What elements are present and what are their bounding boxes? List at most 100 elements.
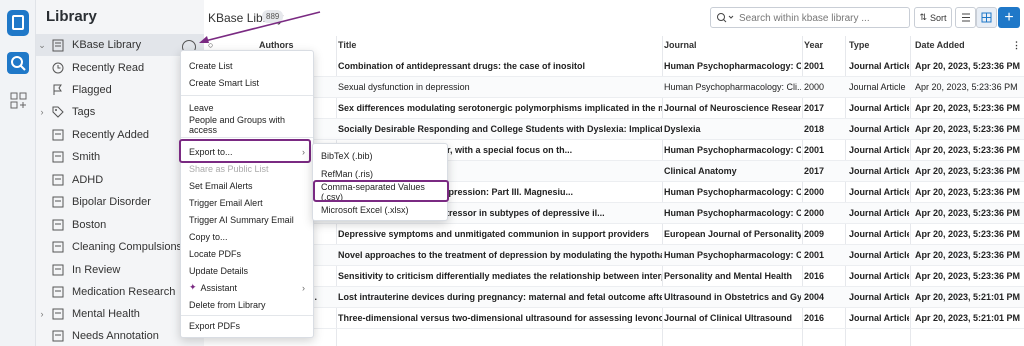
library-icon bbox=[50, 38, 66, 52]
search-icon[interactable] bbox=[7, 52, 29, 74]
table-row[interactable]: Combination of antidepressant drugs: the… bbox=[204, 56, 1024, 77]
menu-locate-pdfs[interactable]: Locate PDFs bbox=[181, 245, 313, 262]
sidebar-item-kbase-library[interactable]: ⌄ KBase Library bbox=[36, 34, 204, 56]
menu-trigger-email[interactable]: Trigger Email Alert bbox=[181, 194, 313, 211]
list-icon bbox=[50, 195, 66, 209]
column-year[interactable]: Year bbox=[804, 40, 823, 50]
sidebar-item-label: KBase Library bbox=[72, 39, 142, 51]
sidebar-item-label: In Review bbox=[72, 264, 121, 276]
search-box[interactable] bbox=[710, 7, 910, 28]
export-submenu: BibTeX (.bib) RefMan (.ris) Comma-separa… bbox=[312, 143, 449, 221]
list-icon bbox=[50, 285, 66, 299]
menu-export-bibtex[interactable]: BibTeX (.bib) bbox=[313, 147, 447, 165]
library-sidebar: Library ⌄ KBase Library Recently Read Fl… bbox=[36, 0, 204, 346]
sort-icon: ⇅ bbox=[919, 12, 928, 22]
sidebar-item-label: Tags bbox=[72, 106, 96, 118]
sort-button[interactable]: ⇅ Sort bbox=[914, 7, 952, 28]
sidebar-item-needs-annotation[interactable]: Needs Annotation bbox=[36, 325, 204, 346]
flag-icon bbox=[50, 83, 66, 97]
list-icon bbox=[50, 150, 66, 164]
app-rail bbox=[0, 0, 36, 346]
annotation-arrow-icon bbox=[199, 11, 321, 43]
sidebar-item-label: Smith bbox=[72, 151, 101, 163]
sidebar-item-tags[interactable]: › Tags bbox=[36, 101, 204, 123]
sidebar-item-in-review[interactable]: In Review bbox=[36, 259, 204, 281]
column-title[interactable]: Title bbox=[338, 40, 356, 50]
menu-trigger-ai[interactable]: Trigger AI Summary Email bbox=[181, 211, 313, 228]
sidebar-item-mental-health[interactable]: › Mental Health bbox=[36, 303, 204, 325]
sort-label: Sort bbox=[930, 12, 947, 23]
table-view-button[interactable] bbox=[976, 7, 997, 28]
menu-delete[interactable]: Delete from Library bbox=[181, 296, 313, 313]
sidebar-item-medication-research[interactable]: Medication Research bbox=[36, 281, 204, 303]
table-row[interactable]: Sex differences modulating serotonergic … bbox=[204, 98, 1024, 119]
list-header: KBase Library 889 ⇅ Sort + bbox=[204, 0, 1024, 34]
list-view-icon bbox=[962, 13, 970, 22]
list-view-button[interactable] bbox=[955, 7, 976, 28]
menu-copy-to[interactable]: Copy to... bbox=[181, 228, 313, 245]
sidebar-item-recently-read[interactable]: Recently Read bbox=[36, 57, 204, 79]
list-icon bbox=[50, 218, 66, 232]
book-icon[interactable] bbox=[7, 10, 29, 36]
table-row[interactable]: Depressive symptoms and unmitigated comm… bbox=[204, 224, 1024, 245]
sidebar-item-label: Boston bbox=[72, 219, 107, 231]
menu-email-alerts[interactable]: Set Email Alerts bbox=[181, 177, 313, 194]
table-row[interactable]: Sensitivity to criticism differentially … bbox=[204, 266, 1024, 287]
table-row[interactable]: l. Lost intrauterine devices during pregn… bbox=[204, 287, 1024, 308]
list-icon bbox=[50, 263, 66, 277]
highlight-outline bbox=[179, 139, 311, 163]
sidebar-item-flagged[interactable]: Flagged bbox=[36, 79, 204, 101]
chevron-right-icon[interactable]: › bbox=[36, 107, 48, 117]
sidebar-item-label: Medication Research bbox=[72, 286, 176, 298]
sidebar-item-label: Mental Health bbox=[72, 308, 140, 320]
table-row[interactable]: Three-dimensional versus two-dimensional… bbox=[204, 308, 1024, 329]
sidebar-item-label: ADHD bbox=[72, 174, 104, 186]
menu-create-smart-list[interactable]: Create Smart List bbox=[181, 74, 313, 91]
apps-grid-icon[interactable] bbox=[10, 92, 28, 110]
sidebar-item-label: Bipolar Disorder bbox=[72, 196, 151, 208]
sidebar-item-label: Needs Annotation bbox=[72, 330, 159, 342]
menu-label: Assistant bbox=[200, 282, 238, 293]
table-row[interactable]: Novel approaches to the treatment of dep… bbox=[204, 245, 1024, 266]
sidebar-item-boston[interactable]: Boston bbox=[36, 214, 204, 236]
list-icon bbox=[50, 307, 66, 321]
menu-people-groups[interactable]: People and Groups with access bbox=[181, 115, 313, 135]
chevron-right-icon: › bbox=[302, 282, 305, 293]
sidebar-item-label: Flagged bbox=[72, 84, 112, 96]
search-input[interactable] bbox=[739, 11, 904, 25]
column-type[interactable]: Type bbox=[849, 40, 869, 50]
clock-icon bbox=[50, 61, 66, 75]
search-icon[interactable] bbox=[716, 12, 736, 24]
column-settings-icon[interactable]: ⋮ bbox=[1012, 40, 1021, 51]
sidebar-item-label: Recently Added bbox=[72, 129, 150, 141]
table-row[interactable]: Sexual dysfunction in depression Human Ps… bbox=[204, 77, 1024, 98]
chevron-right-icon[interactable]: › bbox=[36, 309, 48, 319]
sidebar-item-bipolar-disorder[interactable]: Bipolar Disorder bbox=[36, 191, 204, 213]
list-icon bbox=[50, 329, 66, 343]
list-icon bbox=[50, 240, 66, 254]
menu-export-pdfs[interactable]: Export PDFs bbox=[181, 317, 313, 334]
table-header: ○ Authors Title Journal Year Type Date A… bbox=[204, 36, 1024, 54]
library-title: Library bbox=[46, 8, 97, 25]
context-menu: Create List Create Smart List Leave Peop… bbox=[179, 50, 314, 338]
menu-assistant[interactable]: ✦ Assistant › bbox=[181, 279, 313, 296]
table-row[interactable]: Socially Desirable Responding and Colleg… bbox=[204, 119, 1024, 140]
table-view-icon bbox=[981, 12, 992, 23]
column-date-added[interactable]: Date Added bbox=[915, 40, 965, 50]
list-icon bbox=[50, 128, 66, 142]
sidebar-item-label: Recently Read bbox=[72, 62, 145, 74]
menu-update-details[interactable]: Update Details bbox=[181, 262, 313, 279]
sidebar-item-cleaning-compulsions[interactable]: Cleaning Compulsions bbox=[36, 236, 204, 258]
sparkle-icon: ✦ bbox=[189, 282, 197, 292]
chevron-down-icon[interactable]: ⌄ bbox=[36, 40, 48, 51]
sidebar-item-label: Cleaning Compulsions bbox=[72, 241, 183, 253]
menu-leave[interactable]: Leave bbox=[181, 99, 313, 116]
tag-icon bbox=[50, 105, 66, 119]
column-journal[interactable]: Journal bbox=[664, 40, 697, 50]
menu-create-list[interactable]: Create List bbox=[181, 57, 313, 74]
menu-export-excel[interactable]: Microsoft Excel (.xlsx) bbox=[313, 201, 447, 219]
list-icon bbox=[50, 173, 66, 187]
sidebar-item-adhd[interactable]: ADHD bbox=[36, 169, 204, 191]
add-button[interactable]: + bbox=[998, 7, 1020, 28]
highlight-outline bbox=[313, 180, 449, 202]
